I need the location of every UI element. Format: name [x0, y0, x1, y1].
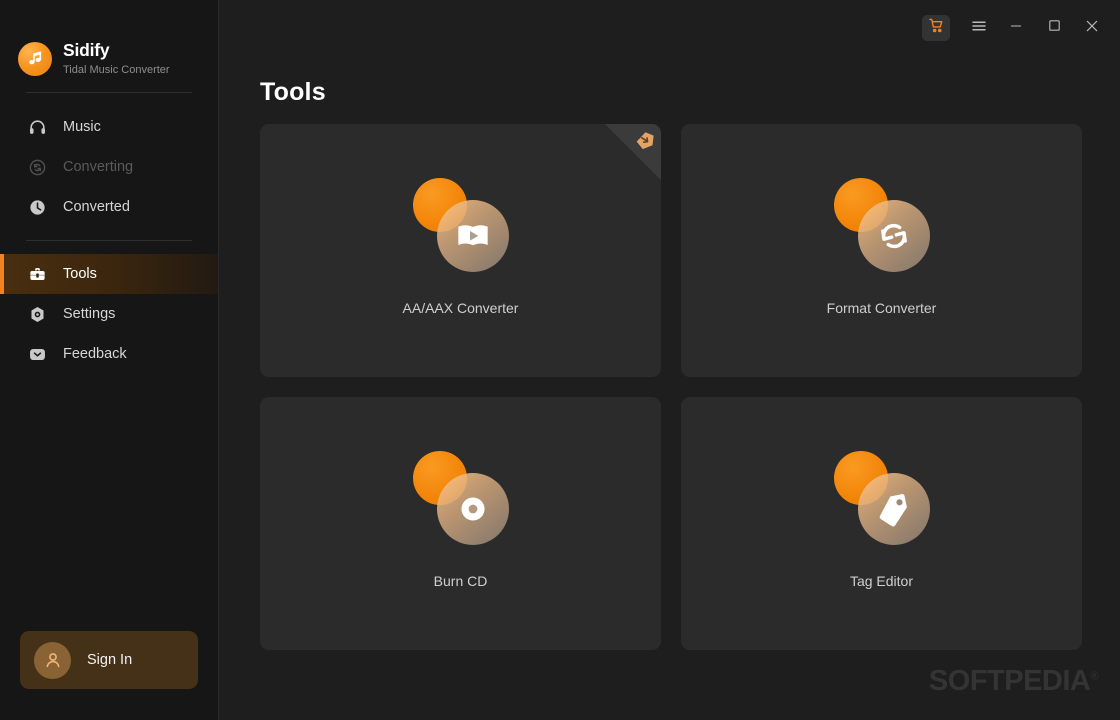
sidebar-item-label: Tools	[63, 266, 97, 282]
sign-in-label: Sign In	[87, 652, 133, 668]
user-avatar-icon	[34, 641, 71, 679]
sidebar-item-label: Music	[63, 119, 101, 135]
tool-card-format-converter[interactable]: Format Converter	[681, 124, 1082, 377]
page-title: Tools	[260, 78, 326, 106]
download-badge-icon	[634, 130, 656, 152]
tool-card-tag-editor[interactable]: Tag Editor	[681, 397, 1082, 650]
minimize-button[interactable]	[998, 13, 1034, 43]
menu-button[interactable]	[962, 13, 996, 43]
maximize-button[interactable]	[1036, 13, 1072, 43]
tool-card-label: Tag Editor	[849, 573, 914, 589]
tool-card-label: AA/AAX Converter	[402, 300, 519, 316]
tool-icon	[412, 451, 509, 547]
watermark-registered-mark: ®	[1090, 670, 1098, 683]
sidebar-item-settings[interactable]: Settings	[0, 294, 218, 334]
sidebar-item-music[interactable]: Music	[0, 107, 218, 147]
watermark-text: SOFTPEDIA	[928, 665, 1091, 697]
refresh-sync-icon	[857, 200, 930, 272]
tool-icon	[412, 178, 509, 274]
sidebar-item-feedback[interactable]: Feedback	[0, 334, 218, 374]
sidebar-item-tools[interactable]: Tools	[0, 254, 218, 294]
main-content: Tools AA/AAX Converter Format Converter …	[219, 0, 1120, 720]
hamburger-menu-icon	[970, 17, 988, 40]
tool-icon	[833, 451, 930, 547]
sign-in-button[interactable]: Sign In	[20, 631, 198, 689]
sidebar-item-label: Converted	[63, 199, 130, 215]
sidebar-item-label: Settings	[63, 306, 116, 322]
sidebar-divider-top	[26, 92, 192, 93]
headphones-icon	[27, 117, 48, 138]
close-button[interactable]	[1074, 13, 1110, 43]
close-icon	[1084, 18, 1100, 39]
minimize-icon	[1008, 18, 1024, 39]
sidebar-divider-mid	[26, 240, 192, 241]
window-titlebar	[920, 0, 1120, 56]
tool-card-aa-aax-converter[interactable]: AA/AAX Converter	[260, 124, 661, 377]
refresh-circle-icon	[27, 157, 48, 178]
brand-subtitle: Tidal Music Converter	[63, 63, 170, 76]
corner-ribbon	[605, 124, 661, 180]
maximize-icon	[1047, 18, 1062, 38]
shopping-cart-icon	[928, 17, 945, 39]
app-window: Sidify Tidal Music Converter Music Conve…	[0, 0, 1120, 720]
sidebar-item-converted[interactable]: Converted	[0, 187, 218, 227]
toolbox-icon	[27, 264, 48, 285]
tool-card-burn-cd[interactable]: Burn CD	[260, 397, 661, 650]
tool-card-label: Burn CD	[433, 573, 488, 589]
tool-card-label: Format Converter	[826, 300, 937, 316]
sidebar: Sidify Tidal Music Converter Music Conve…	[0, 0, 219, 720]
brand-name: Sidify	[63, 40, 110, 61]
sidebar-nav: Music Converting Converted Tools Setting…	[0, 107, 218, 374]
brand-header: Sidify Tidal Music Converter	[0, 0, 218, 92]
sidebar-item-converting[interactable]: Converting	[0, 147, 218, 187]
play-book-icon	[436, 200, 509, 272]
clock-icon	[27, 197, 48, 218]
sidebar-item-label: Feedback	[63, 346, 127, 362]
tool-icon	[833, 178, 930, 274]
gear-icon	[27, 304, 48, 325]
sidebar-item-label: Converting	[63, 159, 134, 175]
cart-button[interactable]	[922, 15, 950, 41]
price-tag-icon	[857, 473, 930, 545]
music-note-icon	[18, 41, 52, 76]
message-icon	[27, 344, 48, 365]
softpedia-watermark: SOFTPEDIA®	[928, 665, 1099, 698]
tools-card-grid: AA/AAX Converter Format Converter Burn C…	[260, 124, 1082, 650]
compact-disc-icon	[436, 473, 509, 545]
